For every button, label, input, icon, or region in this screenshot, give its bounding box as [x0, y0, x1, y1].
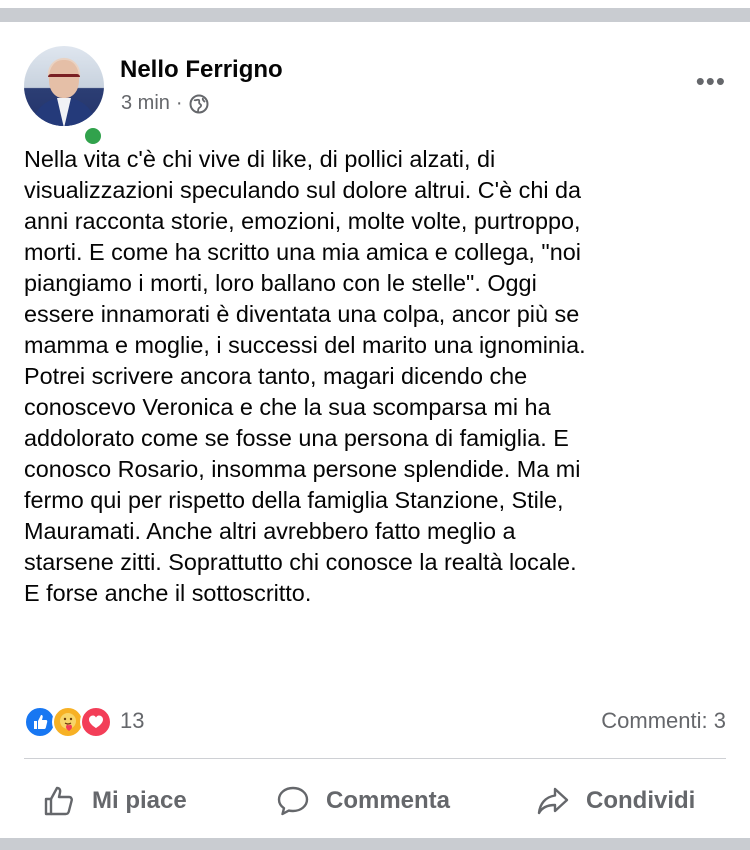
like-button[interactable]: Mi piace — [42, 780, 187, 822]
share-arrow-icon — [537, 787, 569, 815]
globe-icon — [189, 94, 209, 113]
meta-separator: · — [175, 92, 183, 114]
reactions-bar: 13 Commenti: 3 — [24, 704, 726, 740]
feed-separator-bottom — [0, 838, 750, 850]
post-card: Nello Ferrigno 3 min · ••• Nella vita c'… — [0, 22, 750, 838]
actions-divider — [24, 758, 726, 759]
avatar[interactable] — [24, 46, 104, 126]
reaction-count[interactable]: 13 — [120, 708, 144, 734]
avatar-glasses — [48, 74, 80, 82]
comment-button[interactable]: Commenta — [276, 780, 450, 822]
share-button[interactable]: Condividi — [536, 780, 695, 822]
share-label: Condividi — [586, 787, 696, 814]
more-options-button[interactable]: ••• — [696, 66, 726, 97]
comment-bubble-icon — [277, 786, 309, 816]
reaction-icons[interactable] — [24, 706, 124, 738]
post-meta: 3 min · — [121, 92, 209, 115]
comment-label: Commenta — [326, 787, 451, 814]
top-edge — [0, 0, 750, 8]
love-reaction-icon — [80, 706, 112, 738]
comments-count[interactable]: Commenti: 3 — [601, 708, 726, 734]
author-name[interactable]: Nello Ferrigno — [120, 56, 283, 84]
post-text: Nella vita c'è chi vive di like, di poll… — [24, 146, 586, 606]
post-time[interactable]: 3 min — [121, 92, 170, 115]
action-bar: Mi piace Commenta Condividi — [24, 780, 726, 822]
like-label: Mi piace — [92, 787, 187, 814]
thumbs-up-icon — [44, 786, 73, 816]
post-header: Nello Ferrigno 3 min · ••• — [24, 46, 726, 148]
